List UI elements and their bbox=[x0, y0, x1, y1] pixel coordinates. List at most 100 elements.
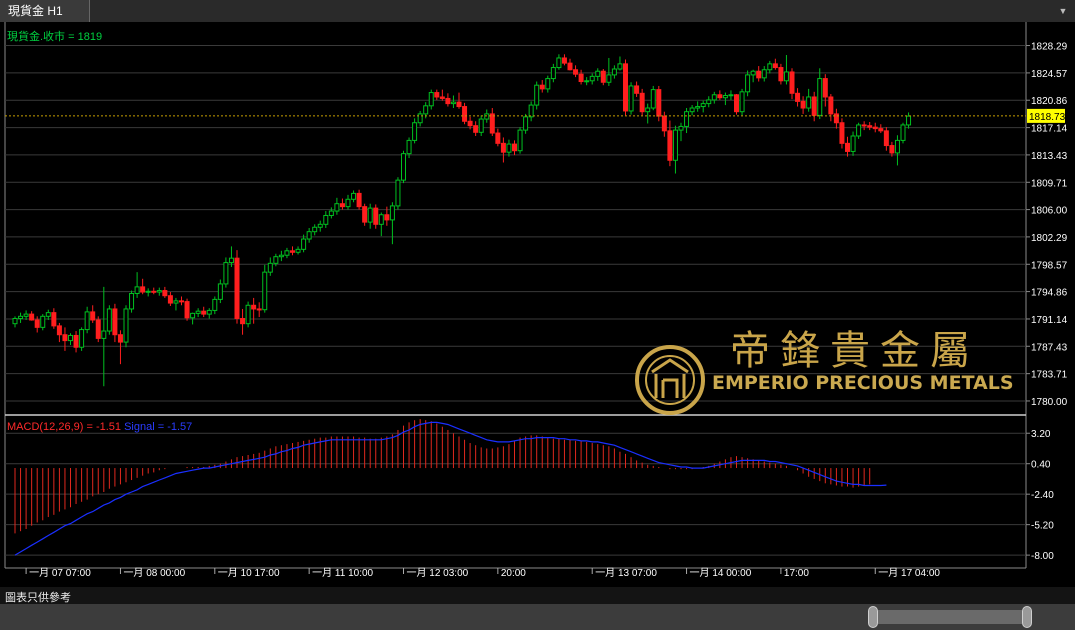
candle-body bbox=[833, 113, 839, 124]
candle bbox=[617, 56, 623, 71]
candle-body bbox=[290, 250, 295, 253]
candle-body bbox=[589, 75, 595, 82]
candle bbox=[728, 90, 734, 100]
time-tick-label: 一月 11 10:00 bbox=[312, 567, 373, 579]
candle bbox=[634, 81, 640, 97]
candle bbox=[883, 127, 889, 151]
candle bbox=[595, 68, 601, 81]
scrollbar-left-handle[interactable] bbox=[868, 606, 878, 628]
candle-body bbox=[678, 125, 684, 131]
candle-body bbox=[401, 153, 406, 181]
candle-body bbox=[439, 96, 445, 99]
candle bbox=[401, 150, 406, 184]
candle-body bbox=[534, 84, 540, 106]
candle-body bbox=[750, 70, 756, 76]
candle-body bbox=[856, 124, 862, 137]
candle-body bbox=[772, 63, 778, 69]
candle-body bbox=[256, 308, 262, 311]
price-tick-label: 1806.00 bbox=[1031, 206, 1068, 217]
footer-disclaimer: 圖表只供參考 bbox=[5, 592, 71, 604]
candle-body bbox=[179, 300, 184, 303]
scrollbar-thumb[interactable] bbox=[878, 610, 1022, 624]
candle-body bbox=[123, 308, 129, 343]
candle bbox=[256, 302, 262, 318]
candle bbox=[62, 327, 68, 351]
tab-gold-h1[interactable]: 現貨金 H1 bbox=[0, 0, 90, 22]
candle-body bbox=[656, 89, 662, 117]
candle bbox=[367, 203, 373, 229]
candle-body bbox=[478, 118, 484, 133]
candle-body bbox=[73, 334, 79, 348]
candle bbox=[739, 88, 745, 116]
macd-tick-label: 0.40 bbox=[1031, 460, 1051, 471]
candle-body bbox=[672, 129, 678, 161]
candle bbox=[68, 333, 73, 346]
candle-body bbox=[412, 122, 418, 141]
candle bbox=[184, 298, 190, 321]
candle bbox=[117, 330, 123, 365]
candle-body bbox=[323, 214, 329, 225]
candle bbox=[290, 246, 295, 256]
candle bbox=[129, 290, 135, 313]
tab-menu-chevron-icon[interactable]: ▼ bbox=[1057, 5, 1069, 17]
candle bbox=[761, 66, 767, 82]
time-tick-label: 一月 07 07:00 bbox=[29, 567, 91, 579]
candle bbox=[711, 91, 717, 104]
candle-body bbox=[717, 94, 723, 99]
candle-body bbox=[167, 295, 173, 304]
scrollbar-right-handle[interactable] bbox=[1022, 606, 1032, 628]
candle-body bbox=[661, 115, 667, 132]
candle-body bbox=[867, 125, 873, 128]
candle bbox=[101, 286, 107, 387]
candle-body bbox=[84, 311, 90, 331]
candle-body bbox=[195, 310, 201, 314]
candle bbox=[90, 305, 96, 323]
candle-body bbox=[689, 107, 695, 113]
chart-scrollbar[interactable] bbox=[0, 604, 1075, 630]
candle-body bbox=[334, 203, 340, 212]
candle bbox=[162, 286, 168, 298]
candle bbox=[573, 65, 579, 78]
signal-line bbox=[14, 421, 887, 556]
candle-body bbox=[861, 124, 867, 127]
candle bbox=[623, 59, 628, 116]
candle bbox=[528, 101, 534, 122]
candle bbox=[867, 122, 873, 131]
candle bbox=[689, 105, 695, 116]
candle bbox=[789, 68, 795, 100]
candle bbox=[872, 122, 878, 133]
candle bbox=[112, 303, 118, 343]
candle-body bbox=[428, 92, 434, 107]
candle bbox=[439, 89, 445, 101]
candle bbox=[800, 96, 806, 114]
candle bbox=[12, 316, 18, 328]
candle bbox=[706, 96, 712, 108]
candle bbox=[717, 90, 723, 100]
candle-body bbox=[456, 101, 462, 108]
candle bbox=[45, 309, 51, 320]
candle-body bbox=[778, 67, 784, 82]
candle-body bbox=[806, 96, 812, 109]
candle-body bbox=[850, 135, 856, 152]
candle bbox=[140, 278, 146, 295]
candle bbox=[556, 54, 562, 70]
candle bbox=[650, 85, 656, 111]
price-tick-label: 1824.57 bbox=[1031, 69, 1068, 80]
candle bbox=[600, 69, 606, 86]
time-tick-label: 一月 12 03:00 bbox=[407, 567, 469, 579]
candle bbox=[40, 314, 46, 331]
candle-body bbox=[700, 103, 706, 108]
candle bbox=[206, 308, 212, 319]
price-tick-label: 1820.86 bbox=[1031, 96, 1068, 107]
footer: 圖表只供參考 bbox=[0, 587, 1075, 630]
watermark-chinese-text: 帝鋒貴金屬 bbox=[730, 328, 980, 374]
candle-body bbox=[817, 78, 823, 116]
price-tick-label: 1791.14 bbox=[1031, 315, 1068, 326]
candle-body bbox=[706, 99, 712, 105]
candle-body bbox=[889, 145, 895, 154]
candle bbox=[334, 197, 340, 215]
candle bbox=[578, 69, 584, 85]
candle-body bbox=[156, 290, 162, 293]
candle-body bbox=[212, 298, 218, 311]
candle bbox=[645, 103, 651, 124]
